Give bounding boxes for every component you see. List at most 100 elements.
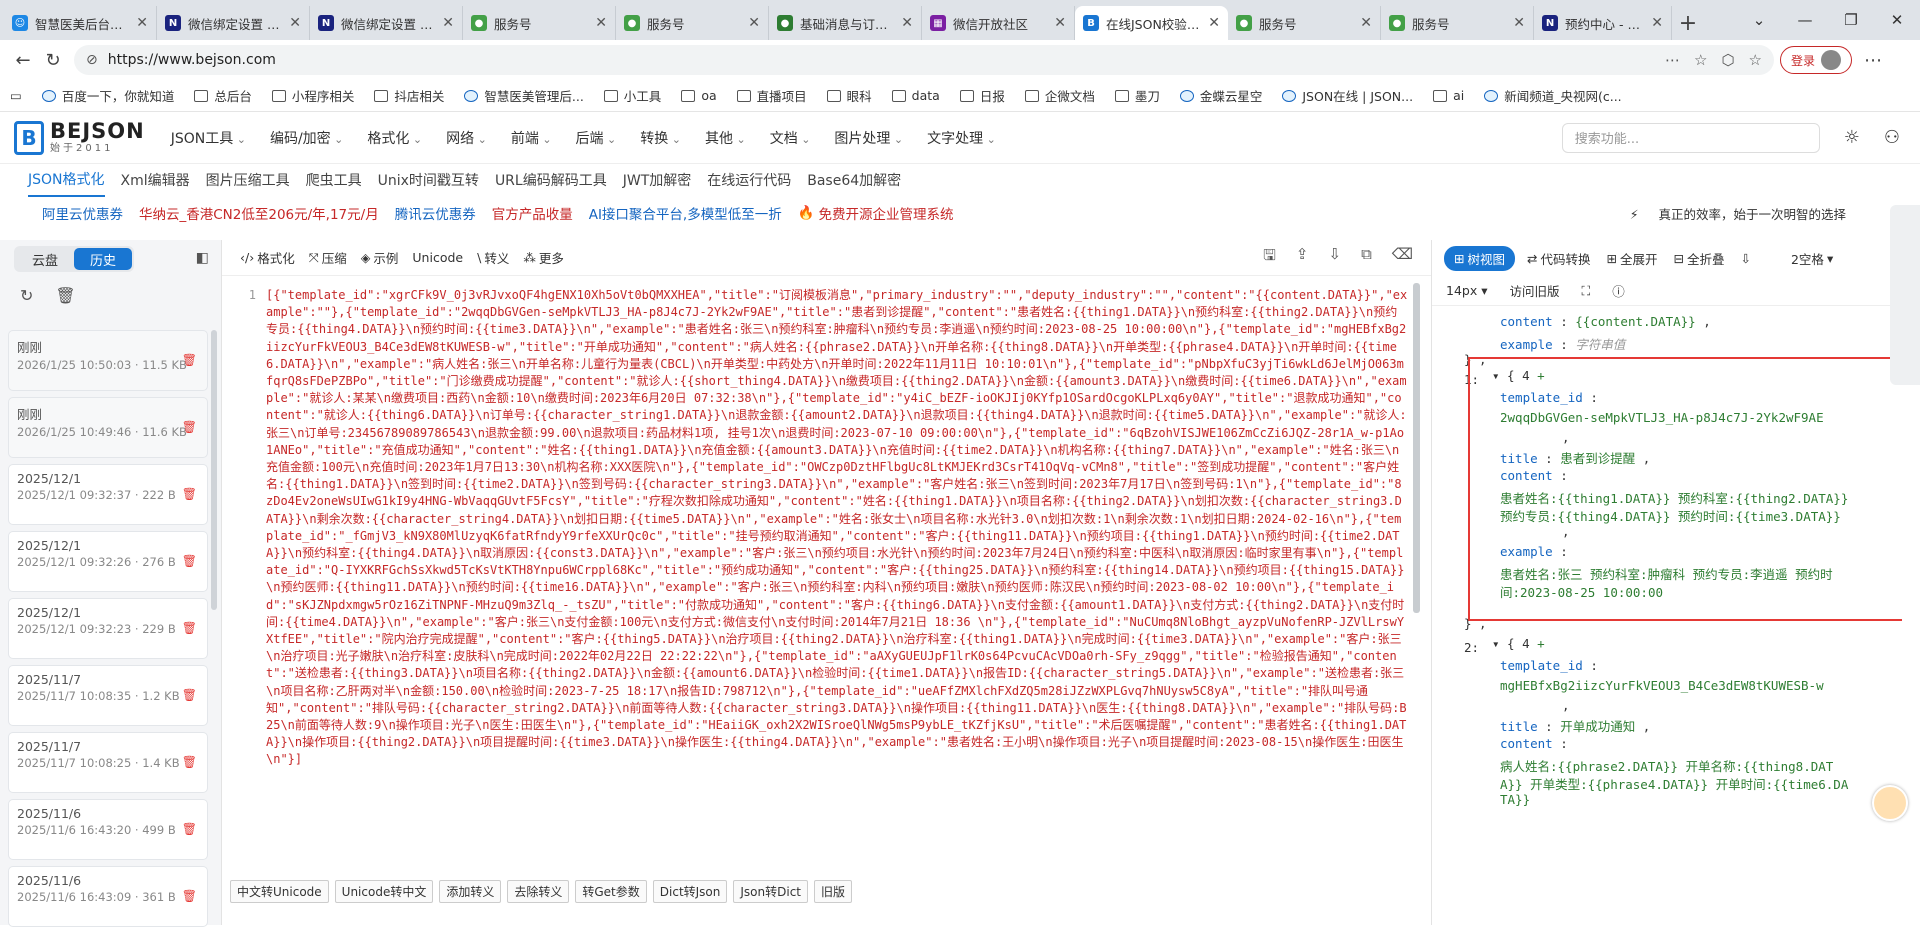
json-input-text[interactable]: [{"template_id":"xgrCFk9V_0j3vRJvxoQF4hg… bbox=[266, 283, 1422, 878]
escape-button[interactable]: \ 转义 bbox=[477, 245, 509, 270]
minimize-icon[interactable]: — bbox=[1782, 0, 1828, 40]
tab-2[interactable]: N微信绑定设置 - 测试✕ bbox=[310, 6, 463, 40]
reload-icon[interactable]: ↻ bbox=[38, 45, 68, 75]
ad-link[interactable]: 官方产品收量 bbox=[492, 203, 573, 223]
tool-button[interactable]: 添加转义 bbox=[439, 880, 502, 903]
copy-icon[interactable]: ⧉ bbox=[1361, 245, 1372, 270]
star-icon[interactable]: ☆ bbox=[1694, 51, 1707, 69]
lock-icon[interactable]: ⊘ bbox=[86, 52, 98, 68]
tool-button[interactable]: 去除转义 bbox=[507, 880, 570, 903]
expand-all-button[interactable]: ⊞ 全展开 bbox=[1607, 249, 1658, 268]
delete-icon[interactable]: 🗑 bbox=[182, 487, 197, 501]
font-size-select[interactable]: 14px ▾ bbox=[1446, 283, 1488, 298]
refresh-icon[interactable]: ↻ bbox=[20, 286, 33, 305]
close-icon[interactable]: ✕ bbox=[1054, 15, 1066, 31]
tool-button[interactable]: 中文转Unicode bbox=[230, 880, 329, 903]
tree-value[interactable]: A}} 开单类型:{{phrase4.DATA}} 开单时间:{{time6.D… bbox=[1500, 774, 1848, 793]
history-item[interactable]: 2025/12/1 2025/12/1 09:32:26 · 276 B 🗑 bbox=[8, 531, 208, 592]
download-icon[interactable]: ⇩ bbox=[1741, 251, 1751, 266]
tab-5[interactable]: ●基础消息与订阅通知✕ bbox=[769, 6, 922, 40]
ad-link[interactable]: 腾讯云优惠券 bbox=[395, 203, 476, 223]
back-icon[interactable]: ← bbox=[8, 45, 38, 75]
tool-button[interactable]: Json转Dict bbox=[733, 880, 809, 903]
subnav-item[interactable]: Base64加解密 bbox=[807, 164, 901, 196]
close-icon[interactable]: ✕ bbox=[136, 15, 148, 31]
menu-item[interactable]: 编码/加密 bbox=[270, 128, 343, 148]
collapse-all-button[interactable]: ⊟ 全折叠 bbox=[1674, 249, 1725, 268]
extension-icon[interactable]: ⬡ bbox=[1721, 51, 1734, 69]
bookmark-item[interactable]: 总后台 bbox=[194, 86, 252, 105]
bookmark-item[interactable]: data bbox=[891, 88, 940, 103]
subnav-item[interactable]: 爬虫工具 bbox=[306, 164, 362, 196]
subnav-item[interactable]: JWT加解密 bbox=[623, 164, 692, 196]
help-icon[interactable]: ⓘ bbox=[1612, 281, 1625, 300]
bookmark-item[interactable]: 新闻频道_央视网(c... bbox=[1484, 86, 1622, 105]
ad-link[interactable]: 免费开源企业管理系统 bbox=[819, 203, 954, 223]
new-tab-button[interactable]: + bbox=[1672, 6, 1704, 40]
subnav-item[interactable]: Unix时间戳互转 bbox=[378, 164, 479, 196]
history-item[interactable]: 2025/12/1 2025/12/1 09:32:37 · 222 B 🗑 bbox=[8, 464, 208, 525]
bookmark-item[interactable]: 直播项目 bbox=[736, 86, 807, 105]
tool-button[interactable]: Unicode转中文 bbox=[334, 880, 434, 903]
tree-value[interactable]: 开单成功通知 bbox=[1560, 719, 1635, 734]
delete-icon[interactable]: 🗑 bbox=[182, 621, 197, 635]
bookmark-item[interactable]: oa bbox=[681, 88, 717, 103]
menu-item[interactable]: 网络 bbox=[446, 128, 487, 148]
menu-item[interactable]: 转换 bbox=[640, 128, 681, 148]
site-logo[interactable]: B BEJSON 始于2011 bbox=[14, 120, 145, 155]
tab-1[interactable]: N微信绑定设置 - 内部✕ bbox=[157, 6, 310, 40]
history-item[interactable]: 2025/11/7 2025/11/7 10:08:25 · 1.4 KB 🗑 bbox=[8, 732, 208, 793]
code-area[interactable]: 1 [{"template_id":"xgrCFk9V_0j3vRJvxoQF4… bbox=[222, 283, 1422, 878]
history-item[interactable]: 刚刚 2026/1/25 10:49:46 · 11.6 KB 🗑 bbox=[8, 397, 208, 458]
ad-link[interactable]: 阿里云优惠券 bbox=[42, 203, 123, 223]
upload-icon[interactable]: ⇪ bbox=[1296, 245, 1309, 270]
favorites-icon[interactable]: ☆ bbox=[1749, 51, 1762, 69]
subnav-item[interactable]: Xml编辑器 bbox=[121, 164, 190, 196]
theme-sun-icon[interactable]: ☼ bbox=[1844, 127, 1860, 148]
subnav-item[interactable]: 图片压缩工具 bbox=[206, 164, 290, 196]
delete-icon[interactable]: 🗑 bbox=[182, 420, 197, 434]
delete-icon[interactable]: 🗑 bbox=[182, 822, 197, 836]
history-item[interactable]: 2025/11/6 2025/11/6 16:43:09 · 361 B 🗑 bbox=[8, 866, 208, 927]
close-icon[interactable]: ✕ bbox=[901, 15, 913, 31]
subnav-item[interactable]: URL编码解码工具 bbox=[495, 164, 607, 196]
sidebar-scrollbar[interactable] bbox=[211, 330, 217, 610]
more-button[interactable]: ⁂ 更多 bbox=[523, 245, 564, 270]
tab-4[interactable]: ● 服务号 ✕ bbox=[616, 6, 769, 40]
delete-icon[interactable]: 🗑 bbox=[182, 889, 197, 903]
tree-value[interactable]: {{content.DATA}} bbox=[1575, 314, 1695, 329]
bookmark-item[interactable]: 智慧医美管理后... bbox=[464, 86, 584, 105]
tab-10[interactable]: N预约中心 - 内部帆✕ bbox=[1534, 6, 1672, 40]
url-field[interactable]: ⊘ https://www.bejson.com ⋯ ☆ ⬡ ☆ bbox=[74, 45, 1774, 75]
window-close-icon[interactable]: ✕ bbox=[1874, 0, 1920, 40]
tab-7-active[interactable]: B在线JSON校验格式化✕ bbox=[1075, 6, 1228, 40]
menu-item[interactable]: 后端 bbox=[576, 128, 617, 148]
delete-icon[interactable]: 🗑 bbox=[182, 554, 197, 568]
tree-value[interactable]: 字符串值 bbox=[1575, 337, 1625, 352]
close-icon[interactable]: ✕ bbox=[1651, 15, 1663, 31]
bookmark-item[interactable]: 企微文档 bbox=[1024, 86, 1095, 105]
delete-icon[interactable]: 🗑 bbox=[182, 755, 197, 769]
bookmark-item[interactable]: ▭ bbox=[10, 88, 22, 103]
bookmark-item[interactable]: 日报 bbox=[959, 86, 1005, 105]
cloud-tab[interactable]: 云盘 bbox=[16, 248, 74, 270]
tab-8[interactable]: ● 服务号 ✕ bbox=[1228, 6, 1381, 40]
old-version-link[interactable]: 访问旧版 bbox=[1510, 281, 1560, 300]
menu-item[interactable]: 文字处理 bbox=[927, 128, 996, 148]
more-dots-icon[interactable]: ⋯ bbox=[1665, 51, 1680, 69]
editor-scrollbar[interactable] bbox=[1413, 283, 1420, 613]
close-icon[interactable]: ✕ bbox=[1360, 15, 1372, 31]
menu-item[interactable]: 图片处理 bbox=[834, 128, 903, 148]
close-icon[interactable]: ✕ bbox=[595, 15, 607, 31]
code-convert-button[interactable]: ⇄ 代码转换 bbox=[1527, 249, 1591, 268]
delete-icon[interactable]: 🗑 bbox=[182, 688, 197, 702]
close-icon[interactable]: ✕ bbox=[1513, 15, 1525, 31]
history-item[interactable]: 2025/12/1 2025/12/1 09:32:23 · 229 B 🗑 bbox=[8, 598, 208, 659]
login-button[interactable]: 登录 bbox=[1780, 46, 1853, 74]
tree-value[interactable]: TA}} bbox=[1500, 792, 1530, 807]
tree-node-toggle[interactable]: ▾ { 4 + bbox=[1492, 636, 1545, 651]
indent-select[interactable]: 2空格 ▾ bbox=[1791, 249, 1833, 268]
tab-search-icon[interactable]: ⌄ bbox=[1736, 0, 1782, 40]
site-search-input[interactable]: 搜索功能... bbox=[1561, 122, 1820, 153]
menu-item[interactable]: 其他 bbox=[705, 128, 746, 148]
